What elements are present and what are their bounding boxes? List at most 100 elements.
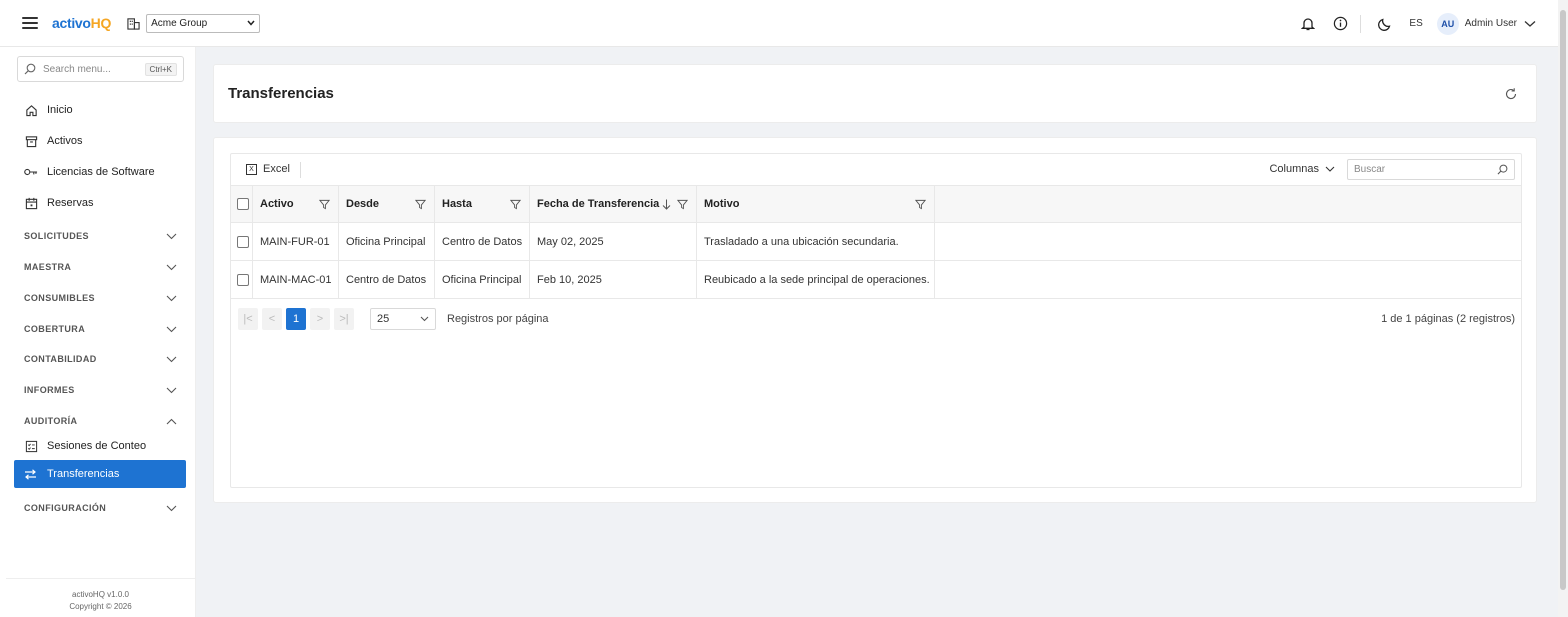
sidebar-item-label: Reservas [47,197,94,209]
chevron-down-icon [166,356,177,362]
grid-search-input[interactable]: Buscar [1347,159,1515,180]
sidebar-item-reservas[interactable]: Reservas [24,196,93,210]
section-auditoria[interactable]: AUDITORÍA [24,416,177,426]
column-header-label: Motivo [704,198,740,210]
divider [1360,14,1362,33]
transfer-icon [24,468,38,480]
language-toggle[interactable]: ES [1409,18,1422,29]
refresh-icon[interactable] [1504,87,1518,101]
first-page-button[interactable]: |< [238,308,258,330]
sidebar-footer: activoHQ v1.0.0 Copyright © 2026 [6,578,195,613]
window-scrollbar[interactable] [1558,0,1568,617]
page-size-label: Registros por página [447,313,549,325]
chevron-down-icon [166,295,177,301]
sidebar-item-label: Transferencias [47,468,120,480]
section-maestra[interactable]: MAESTRA [24,262,177,272]
top-bar: activoHQ Acme Group ES AU Admin User [0,0,1558,47]
sort-descending-icon[interactable] [662,199,671,210]
table-row[interactable]: MAIN-FUR-01 Oficina Principal Centro de … [231,223,935,261]
row-filler [935,223,1522,261]
column-header-label: Hasta [442,198,472,210]
column-header-motivo[interactable]: Motivo [697,186,935,222]
columns-label: Columnas [1269,163,1319,175]
grid-toolbar: X Excel Columnas Buscar [231,154,1521,185]
logo-text: activo [52,15,91,31]
section-consumibles[interactable]: CONSUMIBLES [24,293,177,303]
row-checkbox[interactable] [237,235,249,248]
select-all-checkbox[interactable] [237,198,249,210]
column-header-label: Desde [346,198,380,210]
excel-label: Excel [263,163,290,175]
sidebar-item-label: Sesiones de Conteo [47,440,147,452]
chevron-down-icon [247,20,255,26]
cell-fecha: Feb 10, 2025 [530,261,697,298]
next-page-button[interactable]: > [310,308,330,330]
filter-icon[interactable] [319,199,330,210]
cell-desde: Centro de Datos [339,261,435,298]
chevron-down-icon [166,505,177,511]
section-label: CONSUMIBLES [24,293,95,303]
shortcut-badge: Ctrl+K [144,62,177,76]
column-header-label: Fecha de Transferencia [537,198,660,210]
info-icon[interactable] [1332,16,1348,32]
sidebar-item-sesiones-de-conteo[interactable]: Sesiones de Conteo [24,439,146,453]
app-version: activoHQ v1.0.0 [72,590,129,599]
excel-export-button[interactable]: X Excel [246,163,290,175]
sidebar-item-activos[interactable]: Activos [24,134,82,148]
cell-fecha: May 02, 2025 [530,223,697,260]
last-page-button[interactable]: >| [334,308,354,330]
column-chooser-button[interactable]: Columnas [1269,163,1335,175]
sidebar-item-transferencias[interactable]: Transferencias [14,460,186,488]
copyright: Copyright © 2026 [69,602,132,611]
section-solicitudes[interactable]: SOLICITUDES [24,231,177,241]
cell-hasta: Centro de Datos [435,223,530,260]
cell-motivo: Reubicado a la sede principal de operaci… [697,261,935,298]
sidebar: Search menu... Ctrl+K Inicio Activos Lic… [0,47,196,617]
prev-page-button[interactable]: < [262,308,282,330]
section-informes[interactable]: INFORMES [24,385,177,395]
column-header-desde[interactable]: Desde [339,186,435,222]
section-contabilidad[interactable]: CONTABILIDAD [24,354,177,364]
app-logo[interactable]: activoHQ [52,15,111,31]
section-label: AUDITORÍA [24,416,78,426]
search-icon [1497,164,1508,175]
filter-icon[interactable] [415,199,426,210]
row-select-cell [231,261,253,298]
scrollbar-thumb[interactable] [1560,10,1566,590]
section-cobertura[interactable]: COBERTURA [24,324,177,334]
table-row[interactable]: MAIN-MAC-01 Centro de Datos Oficina Prin… [231,261,935,299]
building-icon [127,17,140,30]
company-select[interactable]: Acme Group [146,13,261,33]
user-name[interactable]: Admin User [1465,18,1517,29]
filter-icon[interactable] [915,199,926,210]
chevron-down-icon [166,233,177,239]
sidebar-item-label: Licencias de Software [47,166,155,178]
column-header-activo[interactable]: Activo [253,186,339,222]
sidebar-item-inicio[interactable]: Inicio [24,103,73,117]
menu-search-input[interactable]: Search menu... Ctrl+K [17,56,184,82]
row-checkbox[interactable] [237,273,249,286]
page-size-select[interactable]: 25 [370,308,436,330]
user-menu-chevron-icon[interactable] [1524,20,1536,28]
hamburger-menu-icon[interactable] [22,17,38,29]
filter-icon[interactable] [510,199,521,210]
filter-icon[interactable] [677,199,688,210]
table-header: Activo Desde Hasta Fecha de Transferenci… [231,185,1521,223]
sidebar-item-licencias[interactable]: Licencias de Software [24,165,155,179]
avatar[interactable]: AU [1436,12,1459,35]
column-header-fecha[interactable]: Fecha de Transferencia [530,186,697,222]
cell-activo: MAIN-FUR-01 [253,223,339,260]
page-size-value: 25 [377,313,390,325]
calendar-icon [24,196,38,210]
section-label: CONTABILIDAD [24,354,97,364]
chevron-down-icon [166,387,177,393]
moon-icon[interactable] [1377,16,1393,32]
bell-icon[interactable] [1300,16,1316,32]
section-label: SOLICITUDES [24,231,89,241]
pagination: |< < 1 > >| 25 Registros por página 1 de… [231,301,1521,335]
column-header-hasta[interactable]: Hasta [435,186,530,222]
section-configuracion[interactable]: CONFIGURACIÓN [24,503,177,513]
chevron-down-icon [1325,166,1335,172]
page-button-current[interactable]: 1 [286,308,306,330]
home-icon [24,103,38,117]
